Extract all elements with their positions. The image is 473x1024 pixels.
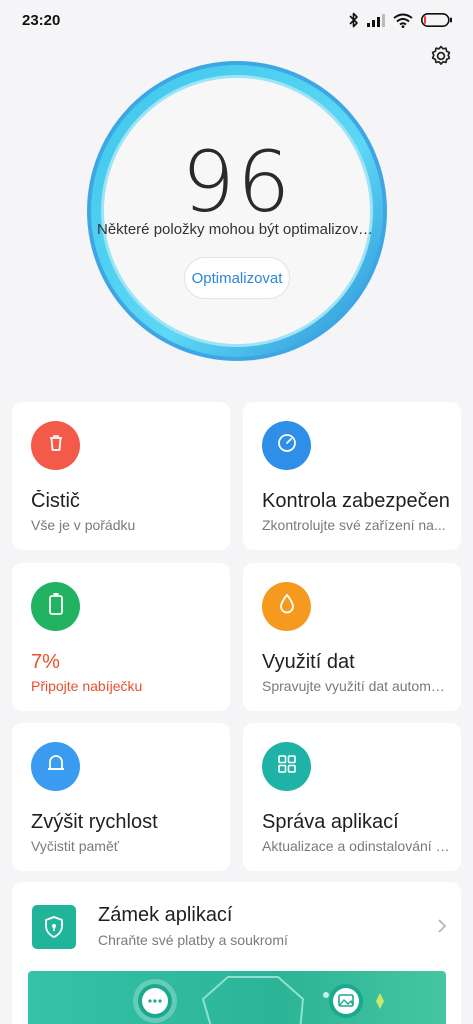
card-subtitle: Zkontrolujte své zařízení na... (262, 517, 446, 533)
card-app-manager[interactable]: Správa aplikací Aktualizace a odinstalov… (243, 723, 461, 871)
status-time: 23:20 (22, 11, 61, 29)
card-title: Čistič (31, 490, 80, 512)
card-boost[interactable]: Zvýšit rychlost Vyčistit paměť (12, 723, 230, 871)
card-subtitle: Vše je v pořádku (31, 517, 136, 533)
battery-percent: 7% (31, 651, 60, 673)
signal-icon (367, 13, 385, 27)
drop-icon (278, 593, 296, 620)
battery-icon (421, 13, 453, 27)
battery-icon-circle (31, 582, 80, 631)
score-ring: 96 Některé položky mohou být optimalizov… (83, 57, 391, 365)
status-bar: 23:20 (0, 0, 473, 40)
cleaner-icon-circle (31, 421, 80, 470)
chat-icon (138, 984, 172, 1018)
grid-icon (277, 754, 297, 779)
battery-icon (48, 592, 64, 621)
card-data-usage[interactable]: Využití dat Spravujte využití dat automa… (243, 563, 461, 711)
card-subtitle: Připojte nabíječku (31, 678, 143, 694)
card-security[interactable]: Kontrola zabezpečení Zkontrolujte své za… (243, 402, 461, 550)
wifi-icon (393, 13, 413, 28)
shield-lock-icon (32, 905, 76, 949)
bell-icon (46, 753, 66, 780)
trash-icon (46, 433, 66, 458)
gauge-icon (276, 432, 298, 459)
card-battery[interactable]: 7% Připojte nabíječku (12, 563, 230, 711)
optimize-button[interactable]: Optimalizovat (184, 257, 290, 299)
app-lock-title: Zámek aplikací (98, 904, 233, 926)
card-title: Využití dat (262, 651, 355, 673)
card-subtitle: Spravujte využití dat automaticky (262, 678, 451, 694)
card-title: Zvýšit rychlost (31, 811, 158, 833)
card-app-lock[interactable]: Zámek aplikací Chraňte své platby a souk… (12, 882, 461, 1024)
card-subtitle: Vyčistit paměť (31, 838, 119, 854)
settings-button[interactable] (427, 44, 455, 72)
score-value: 96 (181, 133, 293, 231)
bluetooth-icon (349, 12, 359, 28)
boost-icon-circle (31, 742, 80, 791)
app-lock-subtitle: Chraňte své platby a soukromí (98, 932, 288, 948)
chevron-right-icon (437, 918, 447, 939)
apps-icon-circle (262, 742, 311, 791)
card-cleaner[interactable]: Čistič Vše je v pořádku (12, 402, 230, 550)
gallery-icon (329, 984, 363, 1018)
card-title: Kontrola zabezpečení (262, 490, 451, 512)
data-icon-circle (262, 582, 311, 631)
card-title: Správa aplikací (262, 811, 399, 833)
score-message: Některé položky mohou být optimalizovány (97, 221, 377, 238)
app-lock-banner (28, 971, 446, 1024)
status-icons (349, 12, 453, 28)
card-subtitle: Aktualizace a odinstalování aplikací (262, 838, 451, 854)
security-icon-circle (262, 421, 311, 470)
gear-icon (429, 44, 453, 73)
